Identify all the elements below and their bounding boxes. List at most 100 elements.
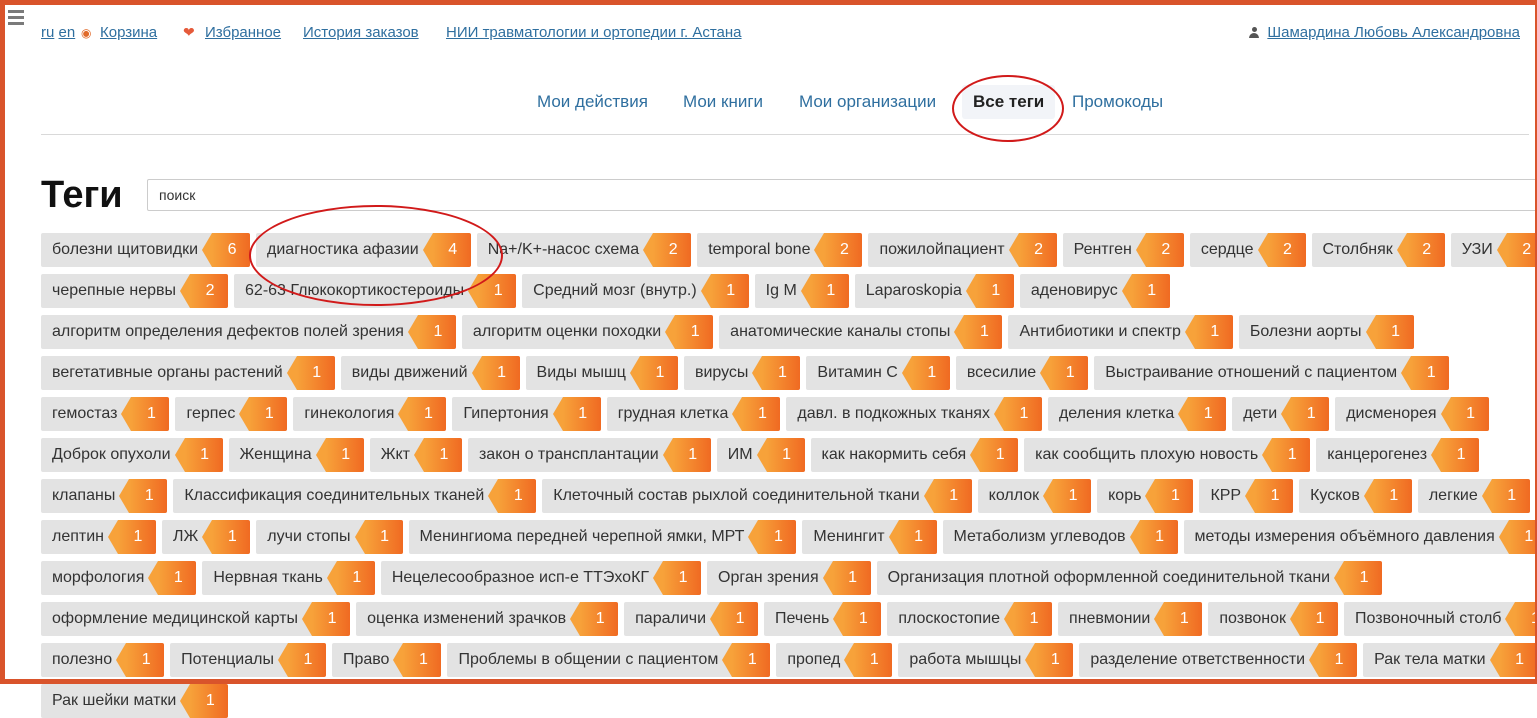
tag-label[interactable]: пропед xyxy=(776,643,848,677)
tag-label[interactable]: Выстраивание отношений с пациентом xyxy=(1094,356,1405,390)
tag-item[interactable]: Антибиотики и спектр 1 xyxy=(1008,315,1233,349)
tag-label[interactable]: лептин xyxy=(41,520,112,554)
tag-item[interactable]: Проблемы в общении с пациентом 1 xyxy=(447,643,771,677)
tag-item[interactable]: корь 1 xyxy=(1097,479,1194,513)
tag-item[interactable]: дети 1 xyxy=(1232,397,1330,431)
tag-item[interactable]: Метаболизм углеводов 1 xyxy=(942,520,1178,554)
tag-item[interactable]: Менингиома передней черепной ямки, МРТ 1 xyxy=(408,520,797,554)
tag-item[interactable]: Na+/K+-насос схема 2 xyxy=(476,233,692,267)
lang-ru-link[interactable]: ru xyxy=(41,24,54,41)
tag-label[interactable]: оформление медицинской карты xyxy=(41,602,306,636)
tag-item[interactable]: Laparoskopia 1 xyxy=(854,274,1014,308)
tag-label[interactable]: всесилие xyxy=(956,356,1044,390)
tag-item[interactable]: плоскостопие 1 xyxy=(887,602,1053,636)
tag-item[interactable]: ЛЖ 1 xyxy=(162,520,251,554)
tag-item[interactable]: алгоритм определения дефектов полей зрен… xyxy=(41,315,456,349)
lang-en-link[interactable]: en xyxy=(59,24,76,41)
tag-item[interactable]: коллок 1 xyxy=(977,479,1092,513)
tag-item[interactable]: Средний мозг (внутр.) 1 xyxy=(522,274,749,308)
tag-label[interactable]: дети xyxy=(1232,397,1285,431)
tag-label[interactable]: пожилойпациент xyxy=(868,233,1012,267)
tag-label[interactable]: морфология xyxy=(41,561,152,595)
search-input[interactable] xyxy=(147,179,1537,211)
tag-label[interactable]: давл. в подкожных тканях xyxy=(786,397,998,431)
tag-item[interactable]: лептин 1 xyxy=(41,520,156,554)
tag-label[interactable]: закон о трансплантации xyxy=(468,438,667,472)
tag-label[interactable]: Столбняк xyxy=(1312,233,1401,267)
tag-label[interactable]: Витамин С xyxy=(806,356,905,390)
tab-my-organizations[interactable]: Мои организации xyxy=(788,85,947,119)
tag-label[interactable]: коллок xyxy=(978,479,1047,513)
tag-label[interactable]: Позвоночный столб xyxy=(1344,602,1509,636)
tag-label[interactable]: temporal bone xyxy=(697,233,818,267)
tag-label[interactable]: ЛЖ xyxy=(162,520,206,554)
tag-item[interactable]: Выстраивание отношений с пациентом 1 xyxy=(1094,356,1450,390)
tag-label[interactable]: легкие xyxy=(1418,479,1486,513)
tag-label[interactable]: КРР xyxy=(1199,479,1249,513)
tag-item[interactable]: сердце 2 xyxy=(1189,233,1306,267)
tag-item[interactable]: полезно 1 xyxy=(41,643,165,677)
tag-item[interactable]: Потенциалы 1 xyxy=(170,643,326,677)
tag-label[interactable]: вегетативные органы растений xyxy=(41,356,291,390)
tag-item[interactable]: морфология 1 xyxy=(41,561,197,595)
tag-label[interactable]: грудная клетка xyxy=(607,397,737,431)
tab-my-actions[interactable]: Мои действия xyxy=(526,85,659,119)
tag-label[interactable]: Организация плотной оформленной соединит… xyxy=(877,561,1339,595)
tag-label[interactable]: клапаны xyxy=(41,479,123,513)
tag-label[interactable]: Na+/K+-насос схема xyxy=(477,233,647,267)
tag-label[interactable]: Рентген xyxy=(1063,233,1140,267)
tag-label[interactable]: Жкт xyxy=(370,438,418,472)
tag-label[interactable]: Менингиома передней черепной ямки, МРТ xyxy=(409,520,753,554)
tag-item[interactable]: оформление медицинской карты 1 xyxy=(41,602,351,636)
tag-item[interactable]: Классификация соединительных тканей 1 xyxy=(173,479,537,513)
tag-label[interactable]: Laparoskopia xyxy=(855,274,970,308)
tag-label[interactable]: Средний мозг (внутр.) xyxy=(522,274,705,308)
tag-label[interactable]: позвонок xyxy=(1208,602,1294,636)
organization-link[interactable]: НИИ травматологии и ортопедии г. Астана xyxy=(446,24,742,41)
tag-item[interactable]: Организация плотной оформленной соединит… xyxy=(876,561,1383,595)
tag-item[interactable]: ИМ 1 xyxy=(716,438,805,472)
tag-label[interactable]: 62-63 Глюкокортикостероиды xyxy=(234,274,472,308)
tag-item[interactable]: Кусков 1 xyxy=(1299,479,1412,513)
tab-my-books[interactable]: Мои книги xyxy=(672,85,774,119)
tag-item[interactable]: Орган зрения 1 xyxy=(707,561,871,595)
tag-item[interactable]: Столбняк 2 xyxy=(1311,233,1445,267)
tag-item[interactable]: Клеточный состав рыхлой соединительной т… xyxy=(542,479,972,513)
tag-item[interactable]: Гипертония 1 xyxy=(452,397,601,431)
tag-item[interactable]: черепные нервы 2 xyxy=(41,274,229,308)
tag-item[interactable]: Витамин С1 xyxy=(806,356,950,390)
tag-item[interactable]: Менингит 1 xyxy=(802,520,937,554)
tag-item[interactable]: Доброк опухоли 1 xyxy=(41,438,223,472)
tag-label[interactable]: виды движений xyxy=(341,356,476,390)
tag-label[interactable]: Антибиотики и спектр xyxy=(1008,315,1188,349)
tag-item[interactable]: анатомические каналы стопы 1 xyxy=(719,315,1003,349)
tag-item[interactable]: Ig M1 xyxy=(754,274,849,308)
tag-item[interactable]: Рак тела матки 1 xyxy=(1363,643,1537,677)
tag-item[interactable]: лучи стопы 1 xyxy=(256,520,403,554)
tag-label[interactable]: оценка изменений зрачков xyxy=(356,602,574,636)
tag-label[interactable]: Право xyxy=(332,643,398,677)
tag-label[interactable]: Рак шейки матки xyxy=(41,684,184,718)
tag-item[interactable]: дисменорея 1 xyxy=(1335,397,1489,431)
tag-label[interactable]: плоскостопие xyxy=(887,602,1008,636)
tag-label[interactable]: пневмонии xyxy=(1058,602,1158,636)
tag-item[interactable]: УЗИ 2 xyxy=(1450,233,1537,267)
tag-label[interactable]: Нецелесообразное исп-е ТТЭхоКГ xyxy=(381,561,657,595)
tag-item[interactable]: аденовирус 1 xyxy=(1019,274,1170,308)
tag-item[interactable]: пропед 1 xyxy=(776,643,893,677)
user-name-link[interactable]: Шамардина Любовь Александровна xyxy=(1267,24,1520,41)
tag-item[interactable]: оценка изменений зрачков 1 xyxy=(356,602,619,636)
tag-item[interactable]: легкие 1 xyxy=(1417,479,1530,513)
tag-label[interactable]: Потенциалы xyxy=(170,643,282,677)
tag-label[interactable]: гемостаз xyxy=(41,397,125,431)
tag-label[interactable]: болезни щитовидки xyxy=(41,233,206,267)
tag-label[interactable]: алгоритм определения дефектов полей зрен… xyxy=(41,315,412,349)
tag-label[interactable]: канцерогенез xyxy=(1316,438,1435,472)
tag-label[interactable]: алгоритм оценки походки xyxy=(462,315,669,349)
tag-item[interactable]: клапаны 1 xyxy=(41,479,168,513)
tag-item[interactable]: как накормить себя 1 xyxy=(810,438,1019,472)
favorites-link[interactable]: Избранное xyxy=(205,24,281,41)
tag-item[interactable]: Нецелесообразное исп-е ТТЭхоКГ 1 xyxy=(380,561,702,595)
tag-item[interactable]: гемостаз 1 xyxy=(41,397,170,431)
tag-item[interactable]: болезни щитовидки 6 xyxy=(41,233,251,267)
